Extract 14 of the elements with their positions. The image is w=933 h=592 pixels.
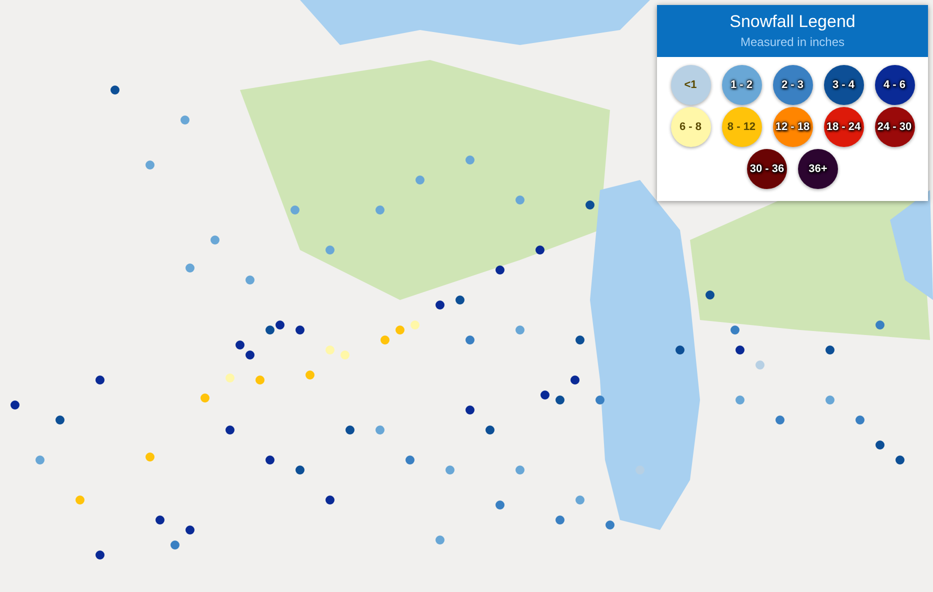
legend-swatch: 2 - 3 (772, 65, 812, 105)
legend-swatch: 30 - 36 (747, 149, 787, 189)
legend-title: Snowfall Legend (730, 12, 856, 32)
legend-swatch: 18 - 24 (824, 107, 864, 147)
legend-swatch: 36+ (798, 149, 838, 189)
legend-swatch: 4 - 6 (874, 65, 914, 105)
legend-swatch: <1 (670, 65, 710, 105)
legend-swatch: 24 - 30 (874, 107, 914, 147)
legend-subtitle: Measured in inches (740, 35, 845, 49)
legend-swatch: 1 - 2 (722, 65, 762, 105)
legend-swatch: 8 - 12 (722, 107, 762, 147)
legend-swatch: 3 - 4 (824, 65, 864, 105)
legend-swatch: 6 - 8 (670, 107, 710, 147)
legend-swatch: 12 - 18 (772, 107, 812, 147)
